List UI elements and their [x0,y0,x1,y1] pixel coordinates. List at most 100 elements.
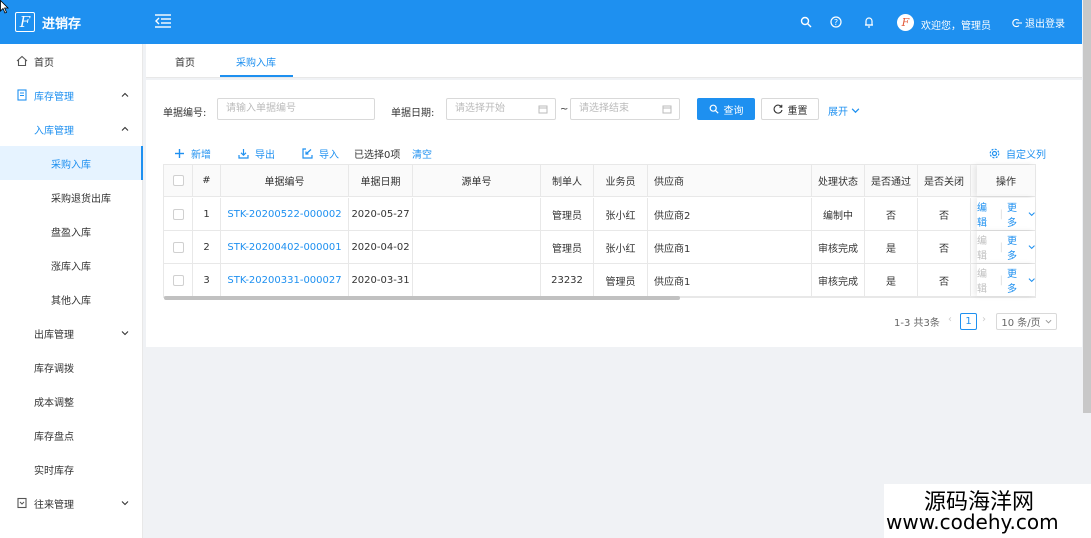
cell-date: 2020-03-31 [349,264,413,296]
cell-doc-no-link[interactable]: STK-20200522-000002 [221,198,349,230]
calendar-icon [538,105,548,114]
cell-supplier: 供应商1 [648,231,812,263]
sidebar-item-stock-out[interactable]: 出库管理 [0,316,143,350]
reset-button[interactable]: 重置 [761,98,819,120]
sidebar-item-label: 采购退货出库 [51,193,111,205]
import-icon [302,148,313,159]
clear-link[interactable]: 清空 [412,146,432,161]
plus-icon [175,149,184,158]
export-button[interactable]: 导出 [238,146,275,161]
sidebar-item-accounts[interactable]: 往来管理 [0,486,143,520]
custom-columns-button[interactable]: 自定义列 [989,146,1046,161]
purchase-in-table: # 单据编号 单据日期 源单号 制单人 业务员 供应商 处理状态 是否通过 是否… [163,164,1036,300]
divider: | [999,274,1003,286]
reset-label: 重置 [787,105,808,117]
sidebar-item-purchase-return[interactable]: 采购退货出库 [0,180,143,214]
cell-closed: 否 [918,231,971,263]
cell-status: 编制中 [812,198,865,230]
query-label: 查询 [723,105,744,117]
edit-link-disabled: 编辑 [977,269,987,295]
th-supplier: 供应商 [648,165,812,196]
cell-source-no [413,231,541,263]
watermark: 源码海洋网 www.codehy.com [884,484,1091,538]
avatar[interactable]: F [897,14,914,31]
expand-link[interactable]: 展开 [828,103,860,118]
chevron-down-icon [121,501,129,506]
reload-icon [773,104,783,114]
cell-doc-no-link[interactable]: STK-20200331-000027 [221,264,349,296]
sidebar-item-label: 涨库入库 [51,261,91,273]
select-all-cell [164,165,193,196]
cell-doc-no-link[interactable]: STK-20200402-000001 [221,231,349,263]
logo: F 进销存 [15,12,81,32]
table-row[interactable]: 1 STK-20200522-000002 2020-05-27 管理员 张小红… [164,198,1035,231]
sidebar: 首页 库存管理 入库管理 采购入库 采购退货出库 盘盈入库 涨库入库 其他入库 … [0,44,143,538]
sidebar-item-purchase-in[interactable]: 采购入库 [0,146,143,180]
sidebar-item-realtime-stock[interactable]: 实时库存 [0,452,143,486]
sidebar-item-other-in[interactable]: 其他入库 [0,282,143,316]
sidebar-item-stocktaking[interactable]: 库存盘点 [0,418,143,452]
custom-columns-label: 自定义列 [1006,150,1046,161]
cell-salesman: 张小红 [594,231,648,263]
doc-no-input[interactable]: 请输入单据编号 [217,98,375,120]
page-1-button[interactable]: 1 [960,313,977,330]
table-row[interactable]: 2 STK-20200402-000001 2020-04-02 管理员 张小红… [164,231,1035,264]
date-separator: ~ [560,104,569,115]
logout-button[interactable]: 退出登录 [1012,15,1065,30]
th-closed: 是否关闭 [918,165,971,196]
date-end-input[interactable]: 请选择结束 [570,98,680,120]
sidebar-item-surplus-in[interactable]: 盘盈入库 [0,214,143,248]
th-date: 单据日期 [349,165,413,196]
sidebar-item-cost-adjust[interactable]: 成本调整 [0,384,143,418]
app-title: 进销存 [42,16,82,32]
add-button[interactable]: 新增 [174,146,211,161]
more-link[interactable]: 更多 [1007,232,1026,262]
row-checkbox[interactable] [172,241,184,253]
query-button[interactable]: 查询 [697,98,755,120]
table-horizontal-scrollbar[interactable] [164,296,680,300]
page-size-select[interactable]: 10 条/页 [996,313,1057,330]
more-link[interactable]: 更多 [1007,199,1026,229]
edit-link[interactable]: 编辑 [977,199,996,229]
next-page-icon[interactable]: › [982,314,986,325]
cell-supplier: 供应商2 [648,198,812,230]
cell-salesman: 张小红 [594,198,648,230]
chevron-down-icon [1028,278,1035,283]
menu-fold-icon[interactable] [155,14,171,28]
sidebar-item-transfer[interactable]: 库存调拨 [0,350,143,384]
sidebar-item-label: 盘盈入库 [51,227,91,239]
cell-maker: 管理员 [541,198,594,230]
tab-purchase-in[interactable]: 采购入库 [236,54,276,69]
row-checkbox[interactable] [172,208,184,220]
exchange-icon [17,497,27,509]
row-checkbox[interactable] [172,274,184,286]
chevron-down-icon [1028,245,1035,250]
page-vertical-scrollbar[interactable] [1083,0,1091,413]
more-link[interactable]: 更多 [1007,265,1026,295]
search-icon [709,104,719,114]
import-button[interactable]: 导入 [302,146,339,161]
th-salesman: 业务员 [594,165,648,196]
search-icon[interactable] [799,15,813,29]
sidebar-item-label: 库存调拨 [34,363,74,375]
select-all-checkbox[interactable] [172,175,184,186]
cell-date: 2020-05-27 [349,198,413,230]
download-icon [238,149,249,159]
sidebar-item-stock-in[interactable]: 入库管理 [0,112,143,146]
sidebar-item-label: 往来管理 [34,499,74,511]
cell-salesman: 管理员 [594,264,648,296]
sidebar-item-gain-in[interactable]: 涨库入库 [0,248,143,282]
date-label: 单据日期: [391,108,435,119]
sidebar-item-inventory[interactable]: 库存管理 [0,78,143,112]
help-icon[interactable]: ? [829,15,843,29]
date-start-input[interactable]: 请选择开始 [446,98,556,120]
chevron-up-icon [121,126,129,131]
sidebar-item-label: 出库管理 [34,329,74,341]
cell-passed: 是 [865,264,918,296]
sidebar-item-home[interactable]: 首页 [0,44,143,78]
chevron-down-icon [1045,319,1052,324]
tab-home[interactable]: 首页 [175,54,195,69]
table-row[interactable]: 3 STK-20200331-000027 2020-03-31 23232 管… [164,264,1035,297]
bell-icon[interactable] [862,15,876,29]
prev-page-icon[interactable]: ‹ [948,314,952,325]
